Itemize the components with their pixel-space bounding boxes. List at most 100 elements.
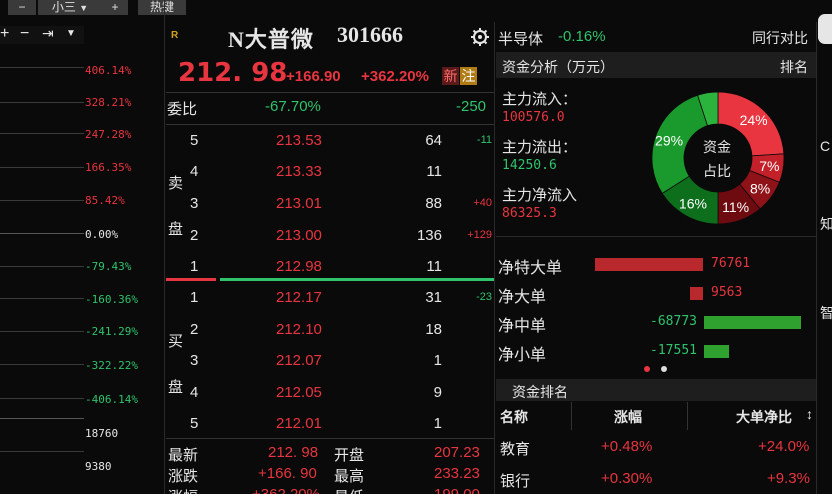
ask-price[interactable]: 213.00 — [276, 227, 322, 244]
side-panel-text: 智 — [820, 305, 832, 321]
decrease-font-button[interactable]: − — [8, 0, 36, 15]
bid-level: 3 — [190, 352, 199, 369]
bid-volume: 9 — [433, 384, 442, 401]
grid-line — [0, 167, 84, 168]
col-header-name[interactable]: 名称 — [500, 407, 528, 427]
axis-label: -322.22% — [85, 359, 138, 372]
axis-label: 0.00% — [85, 228, 119, 241]
bid-price[interactable]: 212.17 — [276, 289, 322, 306]
font-size-select[interactable]: 小三 ▼ — [38, 0, 102, 15]
axis-label: 247.28% — [85, 128, 132, 141]
sell-label: 卖 — [168, 175, 184, 192]
bid-volume: 18 — [425, 321, 442, 338]
grid-line — [0, 133, 84, 134]
net-flow-value: 76761 — [711, 256, 751, 271]
rank-row-name[interactable]: 银行 — [500, 470, 530, 491]
peer-compare-link[interactable]: 同行对比 — [752, 28, 808, 48]
latest-value: 212. 98 — [268, 444, 319, 461]
rank-row-name[interactable]: 教育 — [500, 438, 530, 459]
ask-change: +129 — [467, 229, 492, 241]
bid-level: 2 — [190, 321, 199, 338]
bid-price[interactable]: 212.01 — [276, 415, 322, 432]
page-dot-active[interactable] — [644, 366, 650, 372]
col-header-ratio[interactable]: 大单净比 — [736, 407, 792, 427]
donut-center-label: 占比 — [703, 163, 731, 179]
ask-price[interactable]: 212.98 — [276, 258, 322, 275]
bid-price[interactable]: 212.07 — [276, 352, 322, 369]
high-label: 最高 — [334, 468, 365, 485]
donut-center-label: 资金 — [703, 139, 731, 155]
side-panel-text: C — [820, 138, 831, 154]
donut-slice-label: 16% — [679, 196, 707, 212]
ask-volume: 64 — [425, 132, 442, 149]
inflow-label: 主力流入： — [502, 91, 578, 108]
ask-price[interactable]: 213.33 — [276, 163, 322, 180]
chevron-down-icon[interactable]: ▼ — [66, 28, 76, 39]
sector-name[interactable]: 半导体 — [498, 28, 543, 49]
axis-label: 406.14% — [85, 64, 132, 77]
grid-line — [0, 298, 84, 299]
high-value: 233.23 — [434, 465, 480, 482]
axis-label: 166.35% — [85, 161, 132, 174]
divider — [496, 236, 816, 237]
bid-change: -23 — [476, 291, 492, 303]
zoom-out-icon[interactable]: − — [20, 25, 29, 43]
bid-price[interactable]: 212.05 — [276, 384, 322, 401]
zoom-in-icon[interactable]: + — [0, 25, 9, 43]
open-label: 开盘 — [334, 447, 365, 464]
donut-slice-label: 29% — [655, 132, 683, 148]
sell-label: 盘 — [168, 221, 184, 238]
ask-price[interactable]: 213.53 — [276, 132, 322, 149]
donut-slice-label: 7% — [759, 158, 779, 174]
net-flow-bar — [704, 345, 729, 358]
fund-analysis-title: 资金分析（万元） — [502, 59, 614, 75]
volume-axis-label: 18760 — [85, 427, 119, 440]
grid-line — [0, 331, 84, 332]
open-value: 207.23 — [434, 444, 480, 461]
ask-volume: 11 — [426, 258, 442, 275]
axis-label: -79.43% — [85, 260, 132, 273]
ask-level: 5 — [190, 132, 199, 149]
rank-row-ratio: +9.3% — [767, 470, 810, 487]
stock-name: N大普微 — [228, 27, 314, 52]
bid-level: 5 — [190, 415, 199, 432]
bid-level: 4 — [190, 384, 199, 401]
jump-to-end-icon[interactable]: ⇥ — [42, 25, 54, 42]
rank-row-pct: +0.48% — [601, 438, 653, 455]
ask-change: -11 — [476, 134, 492, 146]
net-flow-value: -17551 — [650, 343, 697, 358]
ask-level: 1 — [190, 258, 199, 275]
bid-volume: 1 — [433, 415, 442, 432]
sort-icon[interactable]: ↕ — [806, 406, 813, 422]
price-change: +166.90 — [286, 68, 341, 85]
side-panel-handle[interactable] — [818, 14, 832, 44]
bid-level: 1 — [190, 289, 199, 306]
change-label: 涨跌 — [168, 468, 199, 485]
net-inflow-value: 86325.3 — [502, 206, 557, 221]
net-flow-value: 9563 — [711, 285, 743, 300]
net-flow-bar — [704, 316, 801, 329]
increase-font-button[interactable]: + — [102, 0, 128, 15]
hotkeys-button[interactable]: 热键 — [138, 0, 186, 15]
donut-slice-label: 8% — [750, 181, 770, 197]
ask-volume: 88 — [425, 195, 442, 212]
page-dot[interactable] — [661, 366, 667, 372]
buy-label: 买 — [168, 333, 184, 350]
rank-row-ratio: +24.0% — [758, 438, 810, 455]
divider — [687, 402, 688, 430]
bid-price[interactable]: 212.10 — [276, 321, 322, 338]
registration-badge: 注 — [460, 67, 477, 85]
grid-line — [0, 418, 84, 419]
rank-row-pct: +0.30% — [601, 470, 653, 487]
rank-tab[interactable]: 排名 — [780, 57, 808, 77]
top-toolbar: − 小三 ▼ + 热键 — [0, 0, 200, 17]
axis-label: -241.29% — [85, 325, 138, 338]
fund-donut-chart: 24% 7% 8%11% 16% 29% — [651, 91, 785, 225]
col-header-pct[interactable]: 涨幅 — [614, 407, 642, 427]
outflow-value: 14250.6 — [502, 158, 557, 173]
axis-label: -160.36% — [85, 293, 138, 306]
net-flow-bar — [595, 258, 703, 271]
gear-icon[interactable] — [470, 27, 490, 47]
divider — [571, 402, 572, 430]
ask-price[interactable]: 213.01 — [276, 195, 322, 212]
